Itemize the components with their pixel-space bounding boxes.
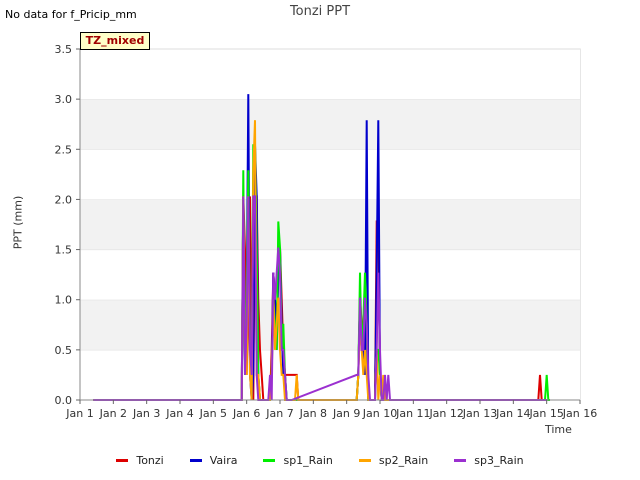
legend-item-Tonzi: Tonzi [116,454,164,467]
chart-title: Tonzi PPT [289,4,351,19]
x-tick-label: Jan 12 [428,407,463,420]
plot-background [79,48,581,401]
y-tick-label: 3.0 [55,93,73,106]
x-tick-label: Jan 14 [495,407,530,420]
legend-label: sp2_Rain [378,454,429,467]
legend-label: Tonzi [136,454,164,467]
x-tick-label: Jan 2 [99,407,127,420]
legend-item-sp1_Rain: sp1_Rain [263,454,333,467]
y-tick-label: 0.5 [55,344,73,357]
y-tick-label: 1.0 [55,294,73,307]
x-tick-label: Jan 5 [199,407,227,420]
legend-swatch [454,459,467,462]
x-tick-label: Jan 13 [462,407,497,420]
legend-item-sp2_Rain: sp2_Rain [358,454,429,467]
y-axis-label: PPT (mm) [11,195,25,250]
legend-swatch [263,459,276,462]
legend: Tonzi Vaira sp1_Rain sp2_Rain sp3_Rain [0,454,640,467]
grid-band [80,349,580,400]
x-tick-label: Jan 16 [562,407,597,420]
x-tick-label: Jan 4 [165,407,193,420]
x-tick-label: Jan 10 [362,407,397,420]
x-tick-label: Jan 3 [132,407,160,420]
grid-band [80,149,580,200]
grid-band [80,249,580,300]
x-tick-label: Jan 11 [395,407,430,420]
grid-band [80,199,580,250]
x-tick-label: Jan 8 [299,407,327,420]
chart-canvas: 0.0 0.5 1.0 1.5 2.0 2.5 3.0 3.5 Jan 1 Jan 2 Jan 3 J… [55,43,598,420]
y-tick-label: 0.0 [55,394,73,407]
y-tick-label: 3.5 [55,43,73,56]
grid-band [80,49,580,100]
grid-band [80,299,580,350]
legend-item-Vaira: Vaira [189,454,238,467]
x-tick-label: Jan 15 [528,407,563,420]
legend-swatch [189,459,202,462]
x-axis-label: Time [545,423,572,436]
x-tick-label: Jan 7 [265,407,293,420]
grid-band [80,99,580,150]
legend-label: sp1_Rain [283,454,333,467]
y-tick-label: 1.5 [55,244,73,257]
legend-label: Vaira [209,454,238,467]
legend-swatch [116,459,129,462]
y-tick-label: 2.5 [55,143,73,156]
y-tick-label: 2.0 [55,193,73,206]
legend-item-sp3_Rain: sp3_Rain [454,454,524,467]
legend-swatch [358,459,371,462]
x-tick-label: Jan 1 [65,407,93,420]
x-tick-label: Jan 6 [232,407,260,420]
site-badge: TZ_mixed [80,32,150,50]
legend-label: sp3_Rain [474,454,524,467]
x-tick-label: Jan 9 [332,407,360,420]
